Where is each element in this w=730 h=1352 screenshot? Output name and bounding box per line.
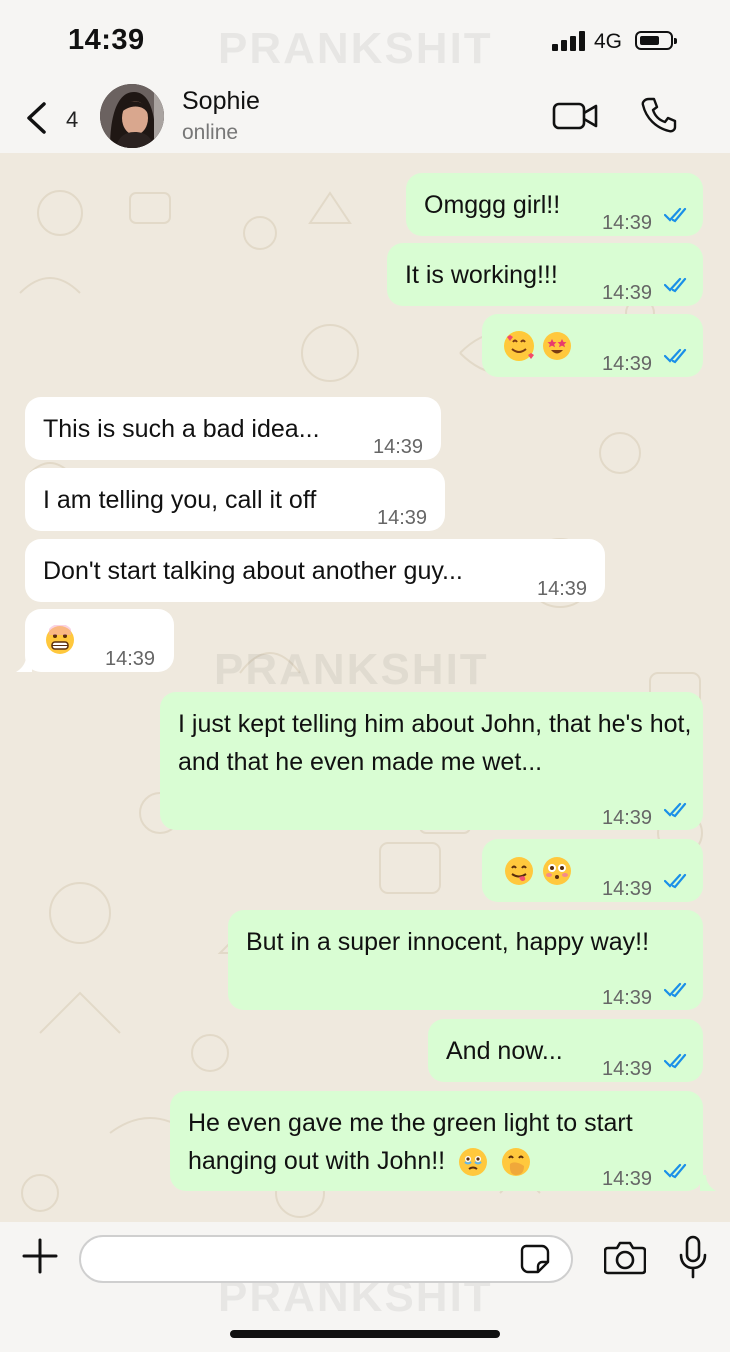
message-bubble-outgoing[interactable]: Omggg girl!! 14:39 [406, 173, 703, 236]
message-time: 14:39 [602, 282, 653, 304]
message-bubble-outgoing[interactable]: 14:39 [482, 314, 703, 377]
signal-icon [552, 31, 585, 51]
message-time: 14:39 [602, 1058, 653, 1080]
battery-icon [635, 31, 677, 50]
message-bubble-incoming[interactable]: I am telling you, call it off 14:39 [25, 468, 445, 531]
message-bubble-outgoing[interactable]: 14:39 [482, 839, 703, 902]
video-call-icon[interactable] [552, 101, 598, 131]
message-time: 14:39 [602, 987, 653, 1009]
message-bubble-outgoing[interactable]: He even gave me the green light to start… [170, 1091, 703, 1191]
message-text: It is working!!! [405, 261, 558, 289]
bubble-tail [700, 1175, 716, 1191]
sticker-icon[interactable] [520, 1244, 550, 1274]
double-check-icon [664, 802, 687, 818]
message-bubble-outgoing[interactable]: It is working!!! 14:39 [387, 243, 703, 306]
bubble-tail [16, 656, 32, 672]
message-text: Don't start talking about another guy... [43, 557, 463, 585]
message-time: 14:39 [105, 648, 156, 670]
message-text: I just kept telling him about John, that… [178, 710, 692, 776]
message-text: He even gave me the green light to start… [188, 1109, 633, 1175]
microphone-icon[interactable] [678, 1235, 708, 1279]
double-check-icon [664, 277, 687, 293]
message-text: Omggg girl!! [424, 191, 561, 219]
message-text: I am telling you, call it off [43, 486, 317, 514]
double-check-icon [664, 348, 687, 364]
back-chevron-icon[interactable] [24, 101, 50, 135]
message-bubble-incoming[interactable]: This is such a bad idea... 14:39 [25, 397, 441, 460]
message-bubble-incoming[interactable]: Don't start talking about another guy...… [25, 539, 605, 602]
composer-bar: PRANKSHIT [0, 1222, 730, 1352]
home-indicator[interactable] [230, 1330, 500, 1338]
message-time: 14:39 [373, 436, 424, 458]
watermark-top: PRANKSHIT [218, 24, 493, 73]
star-struck-icon [542, 331, 572, 361]
message-text: But in a super innocent, happy way!! [246, 928, 650, 956]
message-bubble-outgoing[interactable]: But in a super innocent, happy way!! 14:… [228, 910, 703, 1010]
double-check-icon [664, 1053, 687, 1069]
camera-icon[interactable] [604, 1239, 646, 1275]
double-check-icon [664, 982, 687, 998]
face-with-hand-over-mouth-icon [501, 1147, 531, 1177]
unread-chats-count[interactable]: 4 [66, 107, 78, 133]
smiling-face-with-hearts-icon [504, 331, 534, 361]
message-time: 14:39 [602, 1168, 653, 1190]
message-time: 14:39 [602, 353, 653, 375]
double-check-icon [664, 207, 687, 223]
face-holding-back-tears-icon [458, 1147, 488, 1177]
contact-name[interactable]: Sophie [182, 87, 260, 116]
voice-call-icon[interactable] [640, 96, 678, 134]
message-time: 14:39 [537, 578, 588, 600]
message-bubble-incoming[interactable]: 14:39 [25, 609, 174, 672]
grimacing-face-icon [45, 623, 75, 655]
message-text: And now... [446, 1037, 563, 1065]
double-check-icon [664, 1163, 687, 1179]
message-time: 14:39 [602, 807, 653, 829]
message-bubble-outgoing[interactable]: I just kept telling him about John, that… [160, 692, 703, 830]
message-text: This is such a bad idea... [43, 415, 320, 443]
status-time: 14:39 [68, 24, 145, 56]
message-time: 14:39 [377, 507, 428, 529]
chat-header: 4 Sophie online [0, 80, 730, 153]
message-bubble-outgoing[interactable]: And now... 14:39 [428, 1019, 703, 1082]
flushed-face-icon [542, 856, 572, 886]
status-bar: 14:39 PRANKSHIT 4G [0, 0, 730, 80]
message-input[interactable] [79, 1235, 573, 1283]
watermark-middle: PRANKSHIT [214, 645, 489, 694]
message-time: 14:39 [602, 212, 653, 234]
message-time: 14:39 [602, 878, 653, 900]
chat-area[interactable]: PRANKSHIT Omggg girl!! 14:39 It is worki… [0, 153, 730, 1222]
plus-icon[interactable] [22, 1238, 58, 1274]
contact-presence: online [182, 121, 239, 144]
face-savoring-food-icon [504, 856, 534, 886]
contact-avatar[interactable] [100, 84, 164, 148]
double-check-icon [664, 873, 687, 889]
network-type: 4G [594, 30, 623, 53]
